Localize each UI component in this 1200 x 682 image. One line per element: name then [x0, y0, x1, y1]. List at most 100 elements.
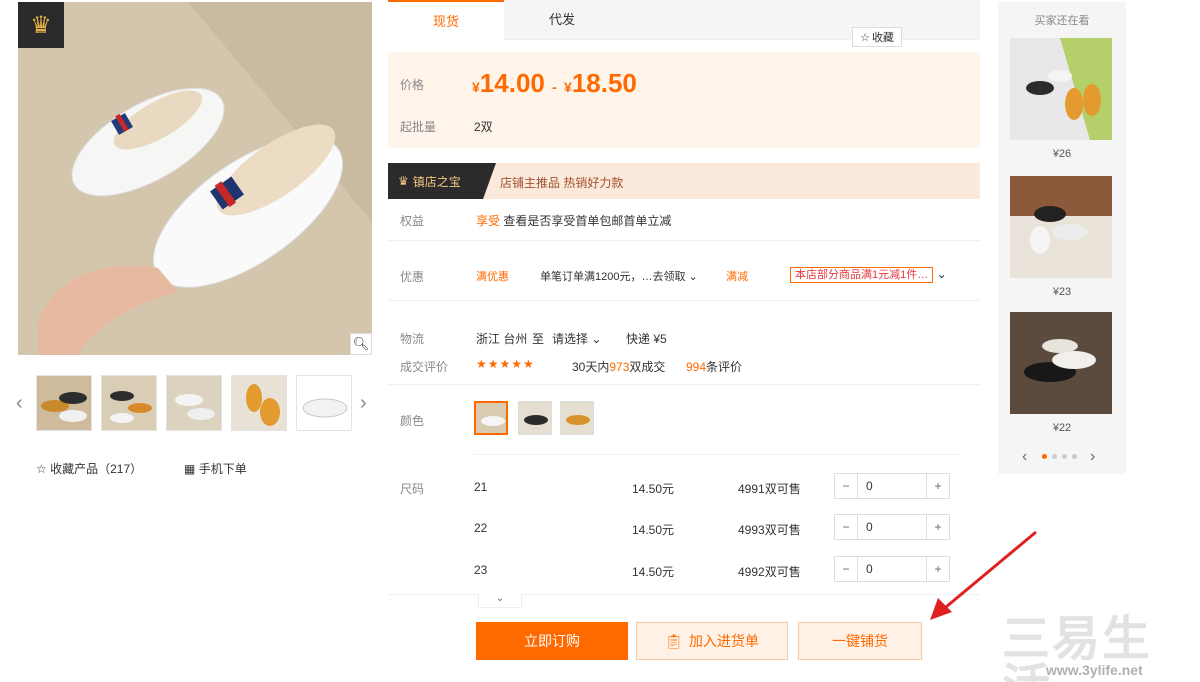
one-key-distribute-button[interactable]: 一键铺货	[798, 622, 922, 660]
carousel-dot[interactable]	[1042, 454, 1047, 459]
quantity-input[interactable]: 0	[857, 515, 927, 539]
price-label: 价格	[400, 78, 425, 92]
store-badge-label: 镇店之宝	[412, 174, 461, 189]
minus-button[interactable]: −	[835, 474, 857, 498]
moq-label: 起批量	[400, 120, 437, 134]
tab-dropship[interactable]: 代发	[504, 0, 620, 40]
size-stock: 4991双可售	[738, 482, 801, 496]
price-low: 14.00	[479, 68, 545, 98]
divider	[474, 454, 960, 455]
recommend-price: ¥26	[1052, 148, 1072, 160]
annotation-arrow-icon	[930, 530, 1037, 620]
rating-stars: ★★★★★	[476, 357, 535, 371]
chevron-down-icon: ⌄	[936, 267, 947, 281]
thumbnail[interactable]	[296, 375, 352, 431]
quantity-stepper: − 0 +	[834, 473, 950, 499]
product-main-image[interactable]: ♛ 🔍︎	[18, 2, 372, 355]
recommend-title: 买家还在看	[1034, 15, 1090, 27]
sales-count: 973	[609, 360, 630, 374]
destination-value: 请选择	[552, 332, 589, 346]
thumbnail-image	[37, 376, 91, 430]
color-option[interactable]	[518, 401, 552, 435]
rights-tag: 享受	[476, 214, 501, 228]
color-option[interactable]	[474, 401, 508, 435]
collect-label: 收藏	[871, 32, 894, 44]
color-swatch-white	[476, 403, 506, 433]
reviews-link[interactable]: 994条评价	[686, 358, 742, 375]
size-row: 21 14.50元 4991双可售 − 0 +	[474, 468, 954, 508]
store-badge: ♛ 镇店之宝	[388, 163, 496, 199]
chevron-right-icon[interactable]: ›	[360, 392, 367, 415]
plus-button[interactable]: +	[927, 474, 949, 498]
rights-info[interactable]: 享受 查看是否享受首单包邮首单立减	[476, 212, 671, 229]
recommend-photo	[1010, 312, 1112, 414]
price-separator: -	[552, 79, 557, 95]
destination-select[interactable]: 请选择 ⌄	[552, 330, 601, 347]
buy-now-button[interactable]: 立即订购	[476, 622, 628, 660]
currency-symbol: ¥	[472, 79, 480, 95]
favorite-label: 收藏产品（217）	[50, 462, 143, 476]
add-to-cart-button[interactable]: 📋︎ 加入进货单	[636, 622, 788, 660]
quantity-input[interactable]: 0	[857, 474, 927, 498]
price-high: 18.50	[571, 68, 637, 98]
divider	[388, 300, 980, 301]
divider	[388, 240, 980, 241]
minus-button[interactable]: −	[835, 557, 857, 581]
currency-symbol: ¥	[564, 79, 572, 95]
tab-in-stock[interactable]: 现货	[388, 0, 504, 40]
color-label: 颜色	[400, 414, 425, 428]
recommend-item-image[interactable]	[1010, 38, 1112, 140]
thumbnail[interactable]	[166, 375, 222, 431]
sales-prefix: 30天内	[572, 360, 610, 374]
store-slogan: 店铺主推品 热销好力款	[500, 176, 624, 190]
carousel-dot[interactable]	[1062, 454, 1067, 459]
chevron-right-icon[interactable]: ›	[1090, 448, 1095, 466]
recommend-item-image[interactable]	[1010, 312, 1112, 414]
color-swatch-black	[519, 402, 551, 434]
color-swatch-yellow	[561, 402, 593, 434]
size-value: 22	[474, 521, 488, 535]
price-range: ¥14.00 - ¥18.50	[472, 68, 637, 99]
size-label: 尺码	[400, 482, 425, 496]
discount-dropdown[interactable]: 本店部分商品满1元减1件… ⌄	[790, 266, 947, 283]
chevron-down-icon: ⌄	[591, 332, 602, 346]
thumbnail[interactable]	[231, 375, 287, 431]
thumbnail[interactable]	[101, 375, 157, 431]
size-stock: 4993双可售	[738, 523, 801, 537]
chevron-left-icon[interactable]: ‹	[16, 392, 23, 415]
shipping-to: 至	[532, 332, 545, 346]
recommend-price: ¥23	[1052, 286, 1072, 298]
minus-button[interactable]: −	[835, 515, 857, 539]
quantity-input[interactable]: 0	[857, 557, 927, 581]
mobile-order-link[interactable]: ▦ 手机下单	[184, 460, 247, 477]
add-to-cart-label: 加入进货单	[688, 633, 759, 649]
clipboard-icon: 📋︎	[665, 632, 683, 649]
shipping-origin: 浙江 台州	[476, 332, 528, 346]
recommend-photo	[1010, 38, 1112, 140]
shipping-label: 物流	[400, 332, 425, 346]
thumbnail-image	[297, 376, 351, 430]
star-outline-icon: ☆	[860, 31, 870, 44]
size-stock: 4992双可售	[738, 565, 801, 579]
color-option[interactable]	[560, 401, 594, 435]
thumbnail[interactable]	[36, 375, 92, 431]
star-outline-icon: ☆	[36, 462, 47, 476]
crown-icon: ♛	[18, 2, 64, 48]
carousel-dot[interactable]	[1072, 454, 1077, 459]
qrcode-icon: ▦	[184, 462, 196, 476]
crown-icon: ♛	[398, 174, 409, 188]
chevron-left-icon[interactable]: ‹	[1022, 448, 1027, 466]
coupon-label: 满优惠	[476, 271, 509, 283]
recommend-item-image[interactable]	[1010, 176, 1112, 278]
favorite-product-link[interactable]: ☆ 收藏产品（217）	[36, 460, 142, 477]
thumbnail-image	[232, 376, 286, 430]
coupon-text[interactable]: 单笔订单满1200元，…去领取 ⌄	[540, 268, 698, 284]
zoom-icon[interactable]: 🔍︎	[350, 333, 372, 355]
carousel-dot[interactable]	[1052, 454, 1057, 459]
shoe-photo	[18, 2, 372, 355]
expand-sizes-icon[interactable]: ⌄	[478, 594, 522, 608]
size-value: 21	[474, 480, 488, 494]
collect-button[interactable]: ☆ 收藏	[852, 27, 902, 47]
rights-text: 查看是否享受首单包邮首单立减	[503, 214, 672, 228]
size-price: 14.50元	[632, 482, 675, 496]
